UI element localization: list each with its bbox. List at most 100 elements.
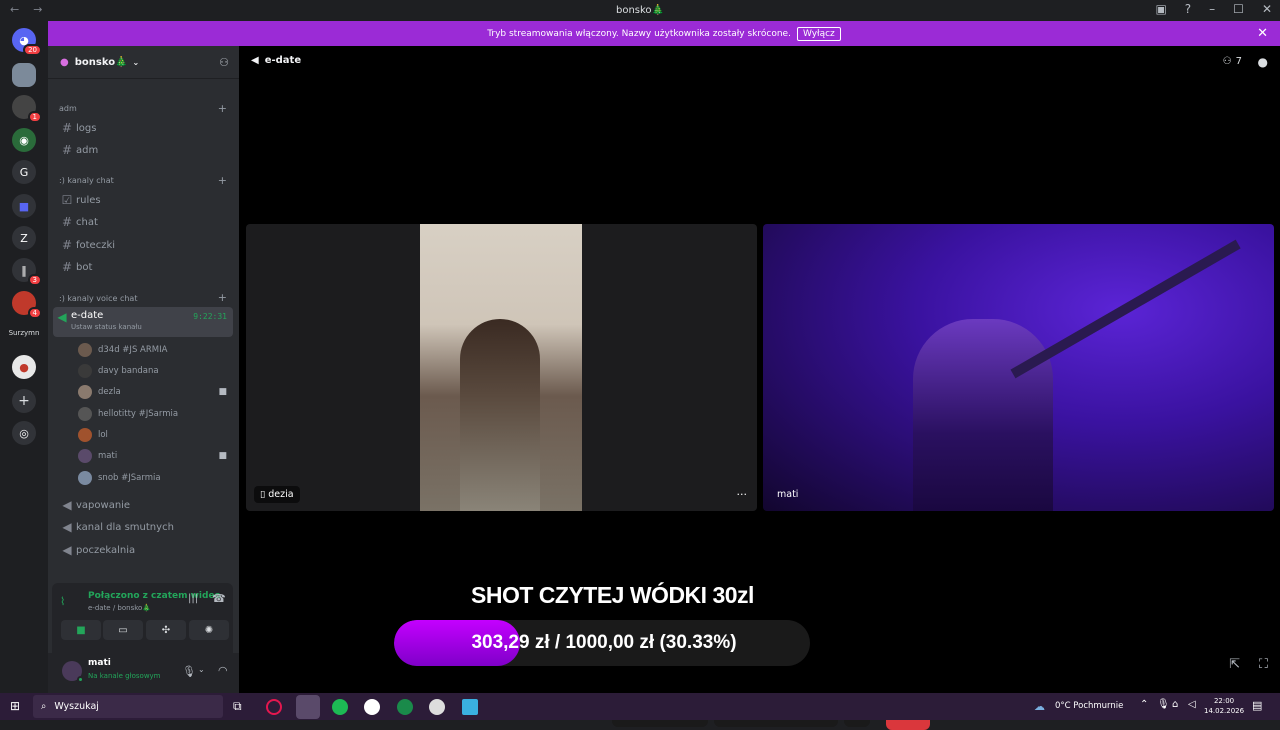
window-title: bonsko🎄: [615, 5, 665, 16]
server-icon[interactable]: ◉: [12, 128, 36, 152]
help-icon[interactable]: ?: [1185, 2, 1191, 16]
voice-channel[interactable]: ◀ poczekalnia: [58, 540, 232, 560]
category-adm[interactable]: adm: [59, 104, 77, 113]
soundboard-button[interactable]: ✺: [189, 620, 229, 640]
members-button[interactable]: ⚇ 7: [1223, 56, 1242, 67]
server-icon[interactable]: G: [12, 160, 36, 184]
volume-icon[interactable]: ◁: [1188, 699, 1196, 710]
notification-icon[interactable]: ▤: [1252, 699, 1262, 712]
task-view-icon[interactable]: ⧉: [233, 699, 242, 714]
screen-share-button[interactable]: ▭: [103, 620, 143, 640]
hash-icon: #: [61, 260, 73, 274]
server-header[interactable]: ● bonsko🎄 ⌄ ⚇: [48, 46, 239, 79]
connection-location[interactable]: e-date / bonsko🎄: [88, 604, 151, 612]
noise-suppression-icon[interactable]: |||: [188, 593, 198, 604]
voice-user[interactable]: davy bandana: [78, 364, 159, 378]
camera-button[interactable]: ■: [61, 620, 101, 640]
server-icon[interactable]: 4: [12, 291, 42, 319]
add-channel-icon[interactable]: +: [218, 174, 227, 187]
clock-time: 22:00: [1213, 697, 1235, 705]
calculator-icon[interactable]: [462, 699, 478, 715]
category-chat[interactable]: :) kanaly chat: [59, 176, 114, 185]
channel-bot[interactable]: # bot: [58, 257, 232, 277]
signal-icon: ⌇: [60, 595, 66, 608]
channel-label: chat: [76, 216, 98, 228]
add-channel-icon[interactable]: +: [218, 291, 227, 304]
server-icon[interactable]: 1: [12, 95, 42, 123]
my-username: mati: [88, 658, 111, 668]
maximize-button[interactable]: ☐: [1233, 2, 1244, 16]
server-icon[interactable]: ‖ 3: [12, 258, 42, 286]
headphones-icon[interactable]: ◠: [218, 664, 228, 677]
microphone-icon[interactable]: 🎙: [182, 665, 196, 678]
avatar: [78, 449, 92, 463]
mentions-badge: 20: [23, 44, 42, 56]
voice-channel[interactable]: ◀ vapowanie: [58, 495, 232, 515]
fullscreen-icon[interactable]: ⛶: [1259, 657, 1268, 672]
chevron-down-icon[interactable]: ⌄: [198, 665, 205, 674]
channel-status[interactable]: Ustaw status kanału: [71, 323, 142, 331]
user-name: hellotitty #JSarmia: [98, 409, 179, 419]
voice-user[interactable]: snob #JSarmia: [78, 471, 161, 485]
network-icon[interactable]: ⌂: [1172, 699, 1178, 710]
voice-user[interactable]: d34d #JS ARMIA: [78, 343, 167, 357]
xbox-icon[interactable]: [397, 699, 413, 715]
avatar: [78, 428, 92, 442]
category-voice[interactable]: :) kanaly voice chat: [59, 294, 137, 303]
streaming-mode-banner: Tryb streamowania włączony. Nazwy użytko…: [48, 21, 1280, 46]
clock[interactable]: 22:00 14.02.2026: [1204, 696, 1244, 716]
inbox-icon[interactable]: ▣: [1155, 2, 1166, 16]
channel-label: poczekalnia: [76, 544, 136, 556]
folder-icon[interactable]: ■: [12, 194, 36, 218]
app-icon[interactable]: [429, 699, 445, 715]
voice-user[interactable]: lol: [78, 428, 108, 442]
server-badge: 3: [27, 274, 42, 286]
discord-taskbar-icon[interactable]: [296, 695, 320, 719]
close-icon[interactable]: ✕: [1257, 26, 1268, 41]
channel-header: ◀ e-date: [251, 55, 301, 66]
tray-expand-icon[interactable]: ⌃: [1140, 699, 1148, 710]
disconnect-icon[interactable]: ☎: [212, 592, 226, 605]
add-server-icon[interactable]: +: [12, 389, 36, 413]
disable-streaming-button[interactable]: Wyłącz: [796, 26, 841, 41]
voice-channel[interactable]: ◀ kanal dla smutnych: [58, 517, 232, 537]
channel-logs[interactable]: # logs: [58, 118, 232, 138]
voice-channel-e-date[interactable]: ◀ e-date Ustaw status kanału 9:22:31: [53, 307, 233, 337]
rules-icon: ☑: [61, 193, 73, 207]
chat-bubble-icon[interactable]: ●: [1258, 55, 1268, 69]
server-icon[interactable]: ●: [12, 355, 36, 379]
server-badge: 1: [27, 111, 42, 123]
voice-user[interactable]: hellotitty #JSarmia: [78, 407, 178, 421]
taskbar-search[interactable]: ⌕ Wyszukaj: [33, 695, 223, 718]
voice-user[interactable]: mati: [78, 449, 117, 463]
channel-rules[interactable]: ☑ rules: [58, 190, 232, 210]
channel-chat[interactable]: # chat: [58, 212, 232, 232]
invite-icon[interactable]: ⚇: [219, 56, 229, 69]
forward-arrow-icon[interactable]: →: [33, 3, 42, 16]
video-tile-dezia[interactable]: ▯ dezia ···: [246, 224, 757, 511]
channel-foteczki[interactable]: # foteczki: [58, 235, 232, 255]
server-letter[interactable]: Z: [12, 226, 36, 250]
app-icon[interactable]: [364, 699, 380, 715]
minimize-button[interactable]: –: [1209, 2, 1215, 16]
banner-text: Tryb streamowania włączony. Nazwy użytko…: [487, 28, 791, 39]
close-window-button[interactable]: ✕: [1262, 2, 1272, 16]
activities-button[interactable]: ✣: [146, 620, 186, 640]
video-tile-mati[interactable]: mati: [763, 224, 1274, 511]
voice-user[interactable]: dezla: [78, 385, 121, 399]
weather-text[interactable]: 0°C Pochmurnie: [1055, 701, 1123, 711]
channel-adm[interactable]: # adm: [58, 140, 232, 160]
discover-icon[interactable]: ◎: [12, 421, 36, 445]
popout-icon[interactable]: ⇱: [1229, 657, 1240, 672]
add-channel-icon[interactable]: +: [218, 102, 227, 115]
channel-label: rules: [76, 194, 101, 206]
server-icon[interactable]: [12, 63, 36, 87]
back-arrow-icon[interactable]: ←: [10, 3, 19, 16]
more-options-icon[interactable]: ···: [737, 488, 748, 501]
opera-icon[interactable]: [266, 699, 282, 715]
mic-arm: [1010, 239, 1241, 379]
home-icon[interactable]: ◕ 20: [12, 28, 42, 56]
spotify-icon[interactable]: [332, 699, 348, 715]
microphone-tray-icon[interactable]: 🎙: [1157, 699, 1170, 710]
windows-start-icon[interactable]: ⊞: [10, 699, 20, 713]
